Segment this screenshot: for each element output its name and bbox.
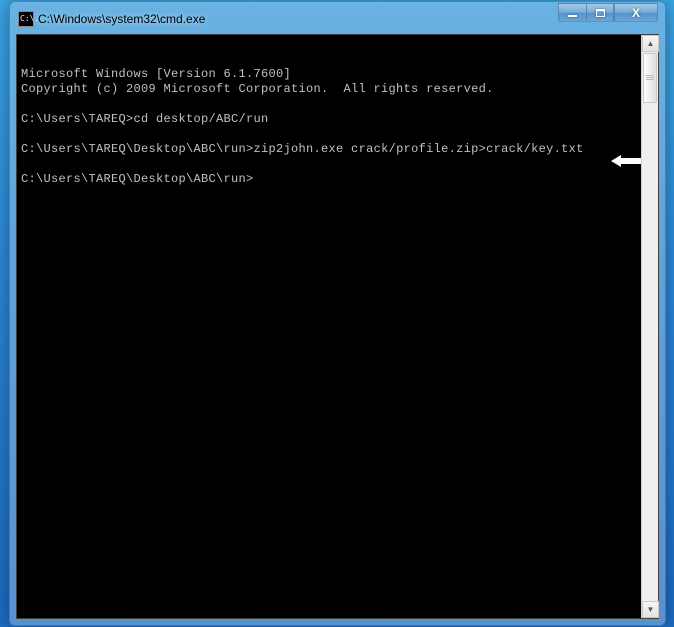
prompt: C:\Users\TAREQ\Desktop\ABC\run>: [21, 142, 254, 156]
scroll-up-button[interactable]: ▲: [642, 35, 659, 52]
close-button[interactable]: X: [614, 3, 658, 22]
command: cd desktop/ABC/run: [134, 112, 269, 126]
scroll-thumb[interactable]: [643, 53, 657, 103]
prompt-line-2: C:\Users\TAREQ\Desktop\ABC\run>zip2john.…: [21, 142, 637, 157]
arrow-annotation: [611, 125, 641, 137]
banner-line-2: Copyright (c) 2009 Microsoft Corporation…: [21, 82, 637, 97]
chevron-up-icon: ▲: [647, 39, 655, 48]
scroll-down-button[interactable]: ▼: [642, 601, 659, 618]
chevron-down-icon: ▼: [647, 605, 655, 614]
banner-line-1: Microsoft Windows [Version 6.1.7600]: [21, 67, 637, 82]
window-controls: X: [558, 3, 658, 22]
minimize-button[interactable]: [558, 3, 586, 22]
titlebar[interactable]: C:\. C:\Windows\system32\cmd.exe X: [16, 8, 659, 30]
close-icon: X: [632, 7, 640, 19]
cmd-window: C:\. C:\Windows\system32\cmd.exe X Micro…: [9, 1, 666, 626]
maximize-button[interactable]: [586, 3, 614, 22]
cmd-icon: C:\.: [18, 11, 34, 27]
command: zip2john.exe crack/profile.zip>crack/key…: [254, 142, 584, 156]
prompt: C:\Users\TAREQ\Desktop\ABC\run>: [21, 172, 254, 186]
prompt: C:\Users\TAREQ>: [21, 112, 134, 126]
prompt-line-1: C:\Users\TAREQ>cd desktop/ABC/run: [21, 112, 637, 127]
terminal-output[interactable]: Microsoft Windows [Version 6.1.7600]Copy…: [17, 35, 641, 618]
client-area: Microsoft Windows [Version 6.1.7600]Copy…: [16, 34, 659, 619]
minimize-icon: [568, 15, 577, 17]
vertical-scrollbar[interactable]: ▲ ▼: [641, 35, 658, 618]
scroll-track[interactable]: [642, 52, 658, 601]
thumb-grip-icon: [646, 75, 654, 81]
prompt-line-3: C:\Users\TAREQ\Desktop\ABC\run>: [21, 172, 637, 187]
maximize-icon: [596, 9, 605, 17]
